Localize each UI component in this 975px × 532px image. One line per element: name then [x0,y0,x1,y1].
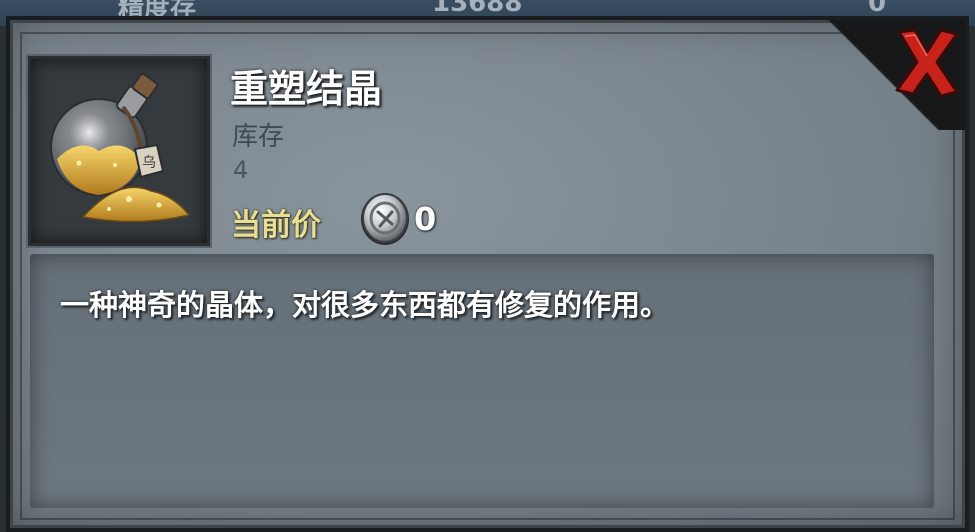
item-name: 重塑结晶 [230,67,383,111]
svg-text:乌: 乌 [142,155,156,171]
price-label: 当前价 [231,208,321,243]
close-button[interactable] [893,26,961,98]
description-box: 一种神奇的晶体，对很多东西都有修复的作用。 [30,254,934,508]
price-value: 0 [414,200,437,238]
silver-coin-icon [361,193,409,245]
crystal-flask-icon: 乌 [50,73,191,223]
stock-value: 4 [233,156,249,184]
item-icon-frame: 乌 [28,56,210,246]
item-description: 一种神奇的晶体，对很多东西都有修复的作用。 [60,288,670,322]
close-x-icon [895,28,959,98]
stock-label: 库存 [232,122,285,152]
